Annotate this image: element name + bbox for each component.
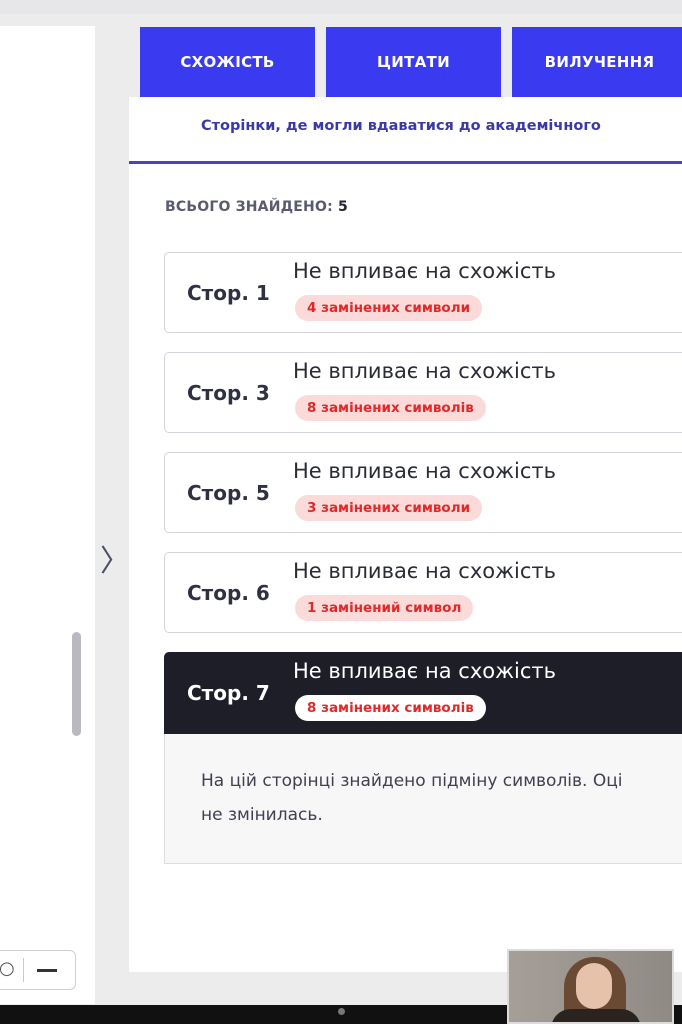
video-person-face xyxy=(576,963,612,1009)
page-status: Не впливає на схожість xyxy=(293,259,557,283)
webcam-video-overlay xyxy=(507,949,674,1024)
top-strip xyxy=(0,0,682,14)
page-status: Не впливає на схожість xyxy=(293,659,557,683)
replaced-chars-badge: 3 замінених символи xyxy=(295,495,483,521)
replaced-chars-badge: 1 замінений символ xyxy=(295,595,474,621)
page-card[interactable]: Стор. 1 Не впливає на схожість 4 замінен… xyxy=(164,252,682,333)
replaced-chars-badge: 8 замінених символів xyxy=(295,395,486,421)
zoom-controls: ○ xyxy=(0,950,76,990)
zoom-reset-icon[interactable]: ○ xyxy=(0,959,15,979)
page-number: Стор. 7 xyxy=(187,681,270,705)
page-detail-text: На цій сторінці знайдено підміну символі… xyxy=(201,764,682,832)
page-number: Стор. 5 xyxy=(187,481,270,505)
page-card[interactable]: Стор. 6 Не впливає на схожість 1 замінен… xyxy=(164,552,682,633)
page-card[interactable]: Стор. 3 Не впливає на схожість 8 замінен… xyxy=(164,352,682,433)
left-panel-scrollbar[interactable] xyxy=(72,632,81,736)
total-found: ВСЬОГО ЗНАЙДЕНО: 5 xyxy=(165,199,348,215)
page-status: Не впливає на схожість xyxy=(293,559,557,583)
replaced-chars-badge: 8 замінених символів xyxy=(295,695,486,721)
page-number: Стор. 1 xyxy=(187,281,270,305)
subtitle-divider xyxy=(129,161,682,164)
total-found-count: 5 xyxy=(337,199,348,215)
page-detail-line: не змінилась. xyxy=(201,805,323,825)
chevron-right-icon[interactable]: 〉 xyxy=(100,540,130,584)
page-status: Не впливає на схожість xyxy=(293,359,557,383)
tab-citations[interactable]: ЦИТАТИ xyxy=(326,27,501,97)
page-indicator-dot xyxy=(338,1008,345,1015)
page-detail-line: На цій сторінці знайдено підміну символі… xyxy=(201,771,623,791)
page-number: Стор. 6 xyxy=(187,581,270,605)
page-status: Не впливає на схожість xyxy=(293,459,557,483)
replaced-chars-badge: 4 замінених символи xyxy=(295,295,483,321)
left-panel xyxy=(0,26,95,938)
section-subtitle: Сторінки, де могли вдаватися до академіч… xyxy=(201,118,601,134)
page-detail-panel: На цій сторінці знайдено підміну символі… xyxy=(164,734,682,864)
zoom-divider xyxy=(23,958,24,982)
total-found-label: ВСЬОГО ЗНАЙДЕНО: xyxy=(165,199,333,215)
tab-exclusions[interactable]: ВИЛУЧЕННЯ xyxy=(512,27,682,97)
tab-similarity[interactable]: СХОЖІСТЬ xyxy=(140,27,315,97)
page-card-active[interactable]: Стор. 7 Не впливає на схожість 8 замінен… xyxy=(164,652,682,734)
zoom-out-icon[interactable] xyxy=(37,969,57,972)
page-number: Стор. 3 xyxy=(187,381,270,405)
page-card[interactable]: Стор. 5 Не впливає на схожість 3 замінен… xyxy=(164,452,682,533)
video-person-torso xyxy=(551,1009,641,1022)
